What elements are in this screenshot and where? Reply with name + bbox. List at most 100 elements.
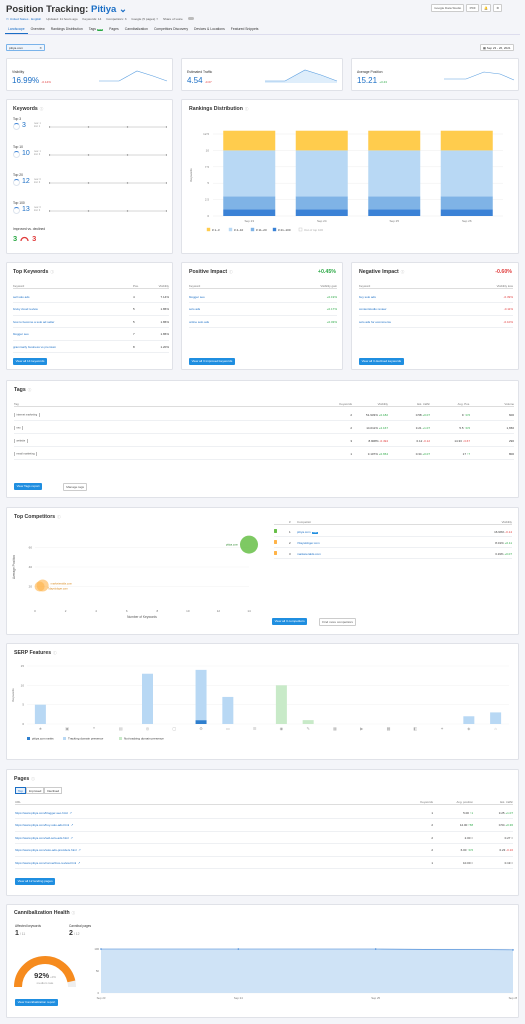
keyword-link[interactable]: solo ads for ecommerce — [359, 320, 469, 324]
keyword-link[interactable]: solo ads — [189, 307, 293, 311]
find-more-competitors-button[interactable]: Find more competitors — [319, 618, 357, 626]
competitor-name-cell: 7dayslobger.com — [297, 541, 472, 545]
info-icon: ⓘ — [400, 270, 405, 274]
external-link-icon[interactable]: ↗ — [69, 811, 72, 815]
tag-visibility-cell: 8.908% -0.494 — [352, 439, 388, 443]
tag-chip[interactable]: seo — [14, 425, 23, 430]
y-axis-label: Keywords — [189, 168, 193, 182]
estimated-traffic-card[interactable]: Estimated Traffic 4.54 -0.07 — [181, 58, 343, 91]
google-data-studio-button[interactable]: Google Data Studio — [431, 4, 465, 12]
keyword-link[interactable]: how to become a solo ad seller — [13, 320, 133, 324]
external-link-icon[interactable]: ↗ — [70, 836, 73, 840]
page-url-link[interactable]: https://www.pitiya.com/convertbox-review… — [15, 861, 76, 865]
share-of-voice-toggle[interactable] — [187, 17, 194, 21]
gear-icon[interactable]: ⚙ — [493, 4, 503, 12]
view-declined-keywords-button[interactable]: View all 3 declined keywords — [359, 358, 404, 365]
y-tick-label: 0 — [207, 214, 209, 218]
keyword-group-value: 12 — [22, 178, 30, 185]
positive-impact-value: +0.45% — [317, 269, 336, 275]
page-position-cell: 2.00 0 — [433, 836, 473, 840]
pdf-button[interactable]: PDF — [466, 4, 479, 12]
tab-landscape[interactable]: Landscape — [5, 26, 28, 34]
bar — [34, 704, 46, 724]
bell-icon[interactable]: 🔔 — [480, 4, 492, 12]
keyword-link[interactable]: bruky cloud review — [13, 307, 133, 311]
view-landing-pages-button[interactable]: View all 12 landing pages — [15, 878, 56, 885]
close-icon[interactable]: ✕ — [39, 45, 42, 51]
page-url-link[interactable]: https://www.pitiya.com/buy-solo-ads.html — [15, 823, 69, 827]
tab-overview[interactable]: Overview — [28, 26, 48, 33]
tab-tags[interactable]: Tags new — [86, 26, 106, 34]
tab-competitors-discovery[interactable]: Competitors Discovery — [151, 26, 191, 33]
page-traffic-cell: 0.54 +0.36 — [473, 823, 513, 827]
view-tags-report-button[interactable]: View Tags report — [14, 483, 43, 490]
keyword-visibility: 1.20% — [160, 344, 169, 349]
keyword-group-label: Top 3 — [13, 117, 22, 121]
bar — [195, 669, 207, 721]
competitor-link[interactable]: marketeralds.com — [297, 552, 321, 556]
manage-tags-button[interactable]: Manage tags — [63, 483, 88, 491]
tag-chip[interactable]: email marketing — [14, 451, 38, 456]
page-url-cell: https://www.pitiya.com/blogger-seo.html ↗ — [15, 811, 407, 815]
visibility-sparkline — [99, 70, 168, 82]
keyword-link[interactable]: blogger seo — [189, 295, 293, 299]
tag-traffic-change: +1.07 — [422, 425, 430, 430]
legend-label: # 1–3 — [212, 228, 220, 232]
negative-impact-value: -0.60% — [495, 269, 512, 275]
external-link-icon[interactable]: ↗ — [78, 848, 81, 852]
filter-declined[interactable]: Declined — [44, 787, 63, 795]
serp-features-card: SERP Features ⓘ Keywords 0 5 10 15 ★ ▣ ❝ ▤ ◎ ▢ ⚙ ▭ ☰ ◉ ✎… — [6, 643, 519, 760]
external-link-icon[interactable]: ↗ — [71, 823, 74, 827]
page-url-link[interactable]: https://www.pitiya.com/sell-solo-ads.htm… — [15, 836, 69, 840]
competitor-link[interactable]: 7dayslobger.com — [297, 541, 320, 545]
competitor-checkbox[interactable] — [274, 529, 278, 533]
competitor-checkbox[interactable] — [274, 540, 278, 544]
avg-position-label: Average Position — [357, 70, 383, 74]
improved-value: 3 — [13, 234, 18, 243]
tag-chip[interactable]: internet marketing — [14, 412, 40, 417]
keyword-link[interactable]: sell solo ads — [13, 295, 133, 299]
page-url-link[interactable]: https://www.pitiya.com/blogger-seo.html — [15, 811, 68, 815]
keyword-link[interactable]: online solo ads — [189, 320, 293, 324]
external-link-icon[interactable]: ↗ — [78, 861, 81, 865]
serp-feature-icon: ▭ — [226, 726, 230, 731]
date-range-picker[interactable]: ▦ Sep 23 - 26, 2021 — [480, 44, 514, 51]
tab-rankings-distribution[interactable]: Rankings Distribution — [48, 26, 86, 33]
page-url-link[interactable]: https://www.pitiya.com/solo-ads-provider… — [15, 848, 77, 852]
tag-chip[interactable]: website — [14, 438, 28, 443]
competitor-checkbox[interactable] — [274, 551, 278, 555]
keyword-position: 7 — [133, 332, 135, 336]
project-selector[interactable]: Pitiya ⌄ — [91, 4, 127, 15]
tab-pages[interactable]: Pages — [106, 26, 122, 33]
bar-segment — [223, 130, 276, 151]
tab-featured-snippets[interactable]: Featured Snippets — [228, 26, 262, 33]
filter-improved[interactable]: Improved — [25, 787, 45, 795]
engine-selector[interactable]: Google (5 pages) ⌖ — [131, 17, 158, 21]
keyword-link[interactable]: grammarly business vs premium — [13, 345, 133, 349]
legend-label: Tracking domain presence — [68, 737, 104, 741]
domain-chip[interactable]: pitiya.com ✕ — [6, 44, 45, 51]
y-tick-label: 5 — [207, 181, 209, 185]
x-tick-label: 12 — [217, 609, 221, 613]
tab-devices-locations[interactable]: Devices & Locations — [191, 26, 228, 33]
updated-text: Updated: 11 hours ago — [46, 17, 78, 21]
view-cannibalization-report-button[interactable]: View Cannibalization report — [15, 999, 58, 1006]
visibility-card[interactable]: Visibility 16.99% -0.14% — [6, 58, 173, 91]
view-improved-keywords-button[interactable]: View all 3 improved keywords — [189, 358, 235, 365]
filter-top[interactable]: Top — [15, 787, 26, 795]
keyword-link[interactable]: contentstudio review — [359, 307, 469, 311]
average-position-card[interactable]: Average Position 15.21 +3.43 — [351, 58, 519, 91]
serp-feature-icon: ▣ — [65, 726, 69, 731]
keyword-link[interactable]: buy solo ads — [359, 295, 469, 299]
y-tick-label: 12.5 — [203, 132, 209, 136]
tab-cannibalization[interactable]: Cannibalization — [122, 26, 151, 33]
sparkline-point — [126, 210, 129, 212]
view-all-keywords-button[interactable]: View all 14 keywords — [13, 358, 48, 365]
bar — [463, 716, 475, 724]
view-all-competitors-button[interactable]: View all 3 competitors — [272, 618, 308, 625]
competitor-link[interactable]: pitiya.com — [297, 530, 311, 534]
location-selector[interactable]: ▭ United States · English — [6, 17, 41, 21]
bar-segment — [440, 209, 493, 216]
keyword-link[interactable]: blogger seo — [13, 332, 133, 336]
x-tick-label: 4 — [95, 609, 97, 613]
